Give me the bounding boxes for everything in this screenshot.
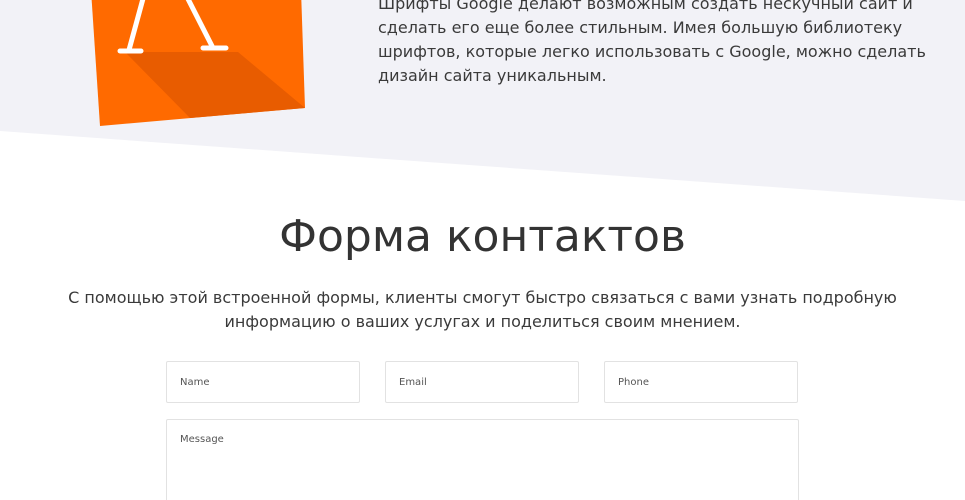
contact-form-description: С помощью этой встроенной формы, клиенты… — [0, 286, 965, 334]
contact-desc-line: информацию о ваших услугах и поделиться … — [224, 312, 741, 331]
phone-input[interactable] — [604, 361, 798, 403]
message-textarea[interactable] — [166, 419, 799, 500]
feature-text-line: сделать его еще более стильным. Имея бол… — [378, 18, 903, 37]
contact-form-title: Форма контактов — [279, 211, 686, 262]
feature-text-line: дизайн сайта уникальным. — [378, 66, 607, 85]
name-input[interactable] — [166, 361, 360, 403]
feature-text-line: Шрифты Google делают возможным создать н… — [378, 0, 913, 13]
page: Шрифты Google делают возможным создать н… — [0, 0, 965, 500]
email-input[interactable] — [385, 361, 579, 403]
feature-text-line: шрифтов, которые легко использовать с Go… — [378, 42, 926, 61]
contact-desc-line: С помощью этой встроенной формы, клиенты… — [68, 288, 897, 307]
google-fonts-description: Шрифты Google делают возможным создать н… — [378, 0, 926, 88]
